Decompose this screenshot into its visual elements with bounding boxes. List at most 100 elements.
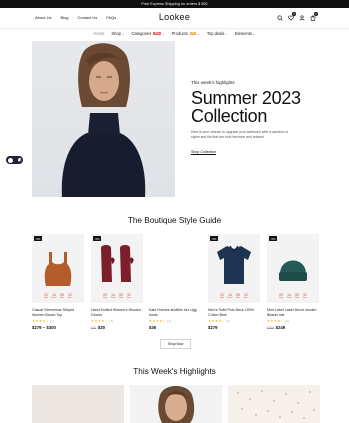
main-nav-shop[interactable]: Shop ⌄ — [111, 31, 124, 36]
timer-hours-label: Hours — [286, 297, 292, 299]
hero-title-line-1: Summer 2023 — [191, 88, 301, 108]
main-nav-top-deals-label: Top deals — [206, 31, 225, 36]
main-nav-home[interactable]: Home — [93, 31, 104, 36]
highlights-title: This Week's Highlights — [133, 367, 216, 376]
highlight-card[interactable] — [32, 385, 124, 423]
main-nav-elements[interactable]: Elements ⌄ — [235, 31, 256, 36]
product-price: $279 — [208, 325, 260, 330]
moon-icon — [17, 158, 22, 162]
product-name[interactable]: Casual Sleeveless Striped Women Brown To… — [32, 308, 84, 317]
product-image[interactable]: -5% 20 Days 14 Hours 55 Mins 32 Secs — [208, 234, 260, 303]
site-header: About Us Blog Contact Us FAQs Lookee 0 0 — [0, 8, 349, 28]
timer-days-label: Days — [278, 297, 284, 299]
timer-secs-label: Secs — [303, 297, 307, 299]
hero-title: Summer 2023 Collection — [191, 89, 321, 125]
wishlist-count: 0 — [292, 12, 296, 16]
cart-count: 0 — [314, 12, 318, 16]
hero-description: Here is your chance to upgrade your ward… — [191, 130, 289, 139]
timer-mins-label: Mins — [60, 297, 64, 299]
timer-days-label: Days — [43, 297, 49, 299]
chevron-down-icon: ⌄ — [162, 31, 165, 36]
countdown-timer: 20 Days 14 Hours 55 Mins 32 Secs — [91, 293, 143, 299]
main-nav-home-label: Home — [93, 31, 105, 36]
star-icons: ★★★★☆ — [267, 319, 285, 323]
chevron-down-icon: ⌄ — [253, 31, 256, 36]
product-price: $36 — [149, 325, 201, 330]
shop-now-button[interactable]: Shop Now — [160, 339, 191, 349]
header-divider — [0, 28, 349, 29]
product-name[interactable]: Hand Knitted Women's Woolen Gloves — [91, 308, 143, 317]
rating-stars: ★★★★☆(1) — [32, 319, 84, 323]
hero-image — [32, 41, 175, 197]
star-icons: ★★★★☆ — [91, 319, 109, 323]
wishlist-icon[interactable]: 0 — [287, 12, 296, 21]
product-name[interactable]: Men Label Label Decor woolen Beanie hat — [267, 308, 319, 317]
rating-stars: ★★★★☆(1) — [267, 319, 319, 323]
product-image[interactable]: -5% 20 Days 14 Hours 55 Mins 32 Secs — [91, 234, 143, 303]
discount-badge: -5% — [269, 236, 277, 241]
timer-mins-label: Mins — [119, 297, 123, 299]
timer-mins-label: Mins — [295, 297, 299, 299]
hero-title-line-2: Collection — [191, 106, 268, 126]
timer-secs-label: Secs — [244, 297, 248, 299]
main-nav: Home Shop ⌄ Categories Sale ⌄ Products Hot ⌄ … — [0, 31, 349, 36]
account-icon[interactable] — [298, 14, 305, 21]
rating-stars: ★★★★☆(1) — [91, 319, 143, 323]
product-card[interactable]: -5% 20 Days 14 Hours 55 Mins 32 Secs Casual … — [32, 234, 84, 330]
sale-tag: Sale — [153, 31, 162, 36]
main-nav-products[interactable]: Products Hot ⌄ — [172, 31, 200, 36]
dark-mode-toggle[interactable] — [6, 156, 23, 164]
product-image[interactable] — [149, 234, 201, 303]
price-value: $279 – $300 — [32, 324, 56, 330]
main-nav-top-deals[interactable]: Top deals ⌄ — [207, 31, 228, 36]
timer-days-label: Days — [219, 297, 225, 299]
shop-collection-link[interactable]: Shop Collection — [191, 150, 217, 155]
review-count: (1) — [226, 319, 231, 323]
announcement-text: Free Express Shipping on orders $ 500 — [141, 2, 208, 6]
product-grid: -5% 20 Days 14 Hours 55 Mins 32 Secs Casual … — [32, 234, 320, 334]
product-price: $269 $249 — [267, 325, 319, 330]
star-icons: ★★★★☆ — [208, 319, 226, 323]
review-count: (1) — [167, 319, 172, 323]
chevron-down-icon: ⌄ — [225, 31, 228, 36]
header-icons: 0 0 — [276, 12, 318, 21]
review-count: (1) — [109, 319, 114, 323]
polka-pattern-illustration — [237, 390, 315, 419]
timer-hours-label: Hours — [51, 297, 57, 299]
product-name[interactable]: Kate Holmes shuffles her Ugg boots — [149, 308, 201, 317]
highlight-card[interactable] — [130, 385, 222, 423]
main-nav-shop-label: Shop — [111, 31, 121, 36]
countdown-timer: 20 Days 14 Hours 55 Mins 32 Secs — [267, 293, 319, 299]
product-image[interactable]: -5% 20 Days 14 Hours 55 Mins 32 Secs — [267, 234, 319, 303]
product-card[interactable]: -5% 20 Days 14 Hours 55 Mins 32 Secs Hand Kn… — [91, 234, 143, 330]
star-icons: ★★★★☆ — [149, 319, 167, 323]
timer-hours-label: Hours — [227, 297, 233, 299]
hero-kicker: This week's highlights — [191, 80, 235, 85]
product-card[interactable]: Kate Holmes shuffles her Ugg boots ★★★★☆… — [149, 234, 201, 330]
old-price: $269 — [267, 325, 275, 330]
main-nav-products-label: Products — [171, 31, 188, 36]
main-nav-categories-label: Categories — [131, 31, 152, 36]
product-card[interactable]: -5% 20 Days 14 Hours 55 Mins 32 Secs Men's S… — [208, 234, 260, 330]
hero-content: This week's highlights Summer 2023 Colle… — [191, 80, 321, 158]
product-price: $279 – $300 — [32, 325, 84, 330]
old-price: $40 — [91, 325, 97, 330]
product-card[interactable]: -5% 20 Days 14 Hours 55 Mins 32 Secs Men Lab… — [267, 234, 319, 330]
main-nav-categories[interactable]: Categories Sale ⌄ — [131, 31, 164, 36]
review-count: (1) — [50, 319, 55, 323]
guide-title: The Boutique Style Guide — [127, 216, 222, 225]
search-icon[interactable] — [276, 14, 283, 21]
highlight-card[interactable] — [228, 385, 320, 423]
product-name[interactable]: Men's Solid Polo Neck 100% Cotton Blue — [208, 308, 260, 317]
countdown-timer: 20 Days 14 Hours 55 Mins 32 Secs — [208, 293, 260, 299]
product-image[interactable]: -5% 20 Days 14 Hours 55 Mins 32 Secs — [32, 234, 84, 303]
timer-mins-label: Mins — [236, 297, 240, 299]
product-price: $40 $30 — [91, 325, 143, 330]
timer-secs-label: Secs — [68, 297, 72, 299]
hot-tag: Hot — [189, 31, 197, 36]
discount-badge: -5% — [34, 236, 42, 241]
rating-stars: ★★★★☆(1) — [208, 319, 260, 323]
main-nav-elements-label: Elements — [234, 31, 253, 36]
price-value: $249 — [275, 324, 286, 330]
cart-icon[interactable]: 0 — [309, 12, 318, 21]
